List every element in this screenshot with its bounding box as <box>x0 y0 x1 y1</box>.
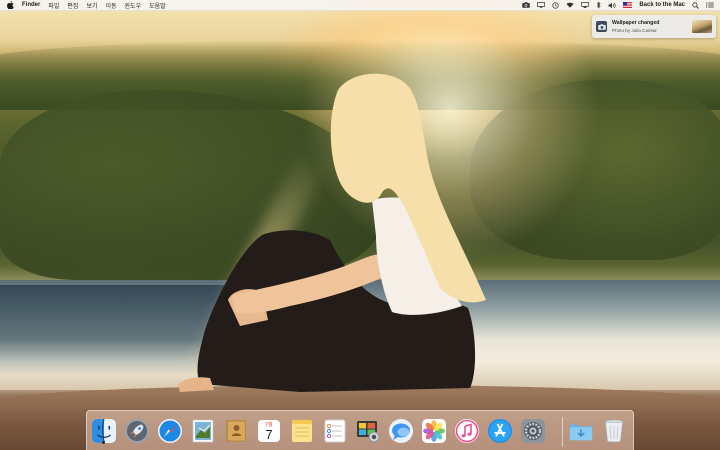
dock-contacts[interactable] <box>223 417 249 445</box>
dock-reminders[interactable] <box>322 417 348 445</box>
camera-icon <box>596 21 607 32</box>
dock-photo-booth[interactable] <box>355 417 381 445</box>
dock-notes[interactable] <box>289 417 315 445</box>
dock-finder[interactable] <box>91 417 117 445</box>
notification-center-icon[interactable] <box>706 0 714 11</box>
safari-compass-icon <box>158 419 182 443</box>
dock: 7월 7 <box>86 410 634 450</box>
time-machine-icon[interactable] <box>552 0 559 11</box>
running-indicator <box>102 441 105 444</box>
screenshot-camera-icon[interactable] <box>522 0 531 11</box>
dock-mail[interactable] <box>190 417 216 445</box>
dock-launchpad[interactable] <box>124 417 150 445</box>
notification-subtitle: Photo by Julia Caesar <box>612 28 657 33</box>
trash-icon <box>604 419 624 443</box>
menu-go[interactable]: 이동 <box>105 0 116 11</box>
menu-user-name[interactable]: Back to the Mac <box>639 0 685 11</box>
reminders-list-icon <box>324 419 346 443</box>
contacts-book-icon <box>226 420 246 442</box>
us-flag-input-icon[interactable] <box>623 0 633 11</box>
dock-separator <box>562 417 563 447</box>
messages-bubble-icon <box>389 419 413 443</box>
menu-edit[interactable]: 편집 <box>67 0 78 11</box>
menu-help[interactable]: 도움말 <box>149 0 166 11</box>
dock-safari[interactable] <box>157 417 183 445</box>
notification-title: Wallpaper changed <box>612 20 660 26</box>
dock-trash[interactable] <box>601 417 627 445</box>
dock-system-preferences[interactable] <box>520 417 546 445</box>
airplay-icon[interactable] <box>581 0 590 11</box>
display-mirroring-icon[interactable] <box>537 0 546 11</box>
photos-flower-icon <box>422 419 446 443</box>
spotlight-search-icon[interactable] <box>692 0 699 11</box>
dock-downloads[interactable] <box>568 417 594 445</box>
volume-icon[interactable] <box>608 0 616 11</box>
notification-thumbnail <box>692 20 712 33</box>
app-store-icon <box>488 419 512 443</box>
menu-app-name[interactable]: Finder <box>22 0 40 11</box>
bluetooth-icon[interactable] <box>596 0 601 11</box>
menu-bar: Finder 파일 편집 보기 이동 윈도우 도움말 Back to the M… <box>0 0 720 11</box>
mail-stamp-icon <box>192 419 214 443</box>
wallpaper-girl-silhouette <box>178 73 486 392</box>
dock-messages[interactable] <box>388 417 414 445</box>
notes-pad-icon <box>292 420 312 442</box>
gear-icon <box>521 419 545 443</box>
menu-window[interactable]: 윈도우 <box>125 0 142 11</box>
apple-menu-icon[interactable] <box>7 0 14 11</box>
launchpad-rocket-icon <box>125 419 149 443</box>
menu-file[interactable]: 파일 <box>48 0 59 11</box>
notification-text: Wallpaper changed Photo by Julia Caesar <box>612 20 692 33</box>
dock-photos[interactable] <box>421 417 447 445</box>
calendar-day: 7 <box>265 427 272 442</box>
dock-app-store[interactable] <box>487 417 513 445</box>
dock-itunes[interactable] <box>454 417 480 445</box>
itunes-music-icon <box>455 419 479 443</box>
downloads-folder-icon <box>569 424 593 441</box>
notification-banner[interactable]: Wallpaper changed Photo by Julia Caesar <box>592 15 716 38</box>
desktop-wallpaper <box>0 0 720 450</box>
wifi-icon[interactable] <box>566 0 574 11</box>
dock-calendar[interactable]: 7월 7 <box>256 417 282 445</box>
photo-booth-icon <box>357 421 380 443</box>
calendar-icon: 7월 7 <box>258 420 280 442</box>
menu-view[interactable]: 보기 <box>86 0 97 11</box>
